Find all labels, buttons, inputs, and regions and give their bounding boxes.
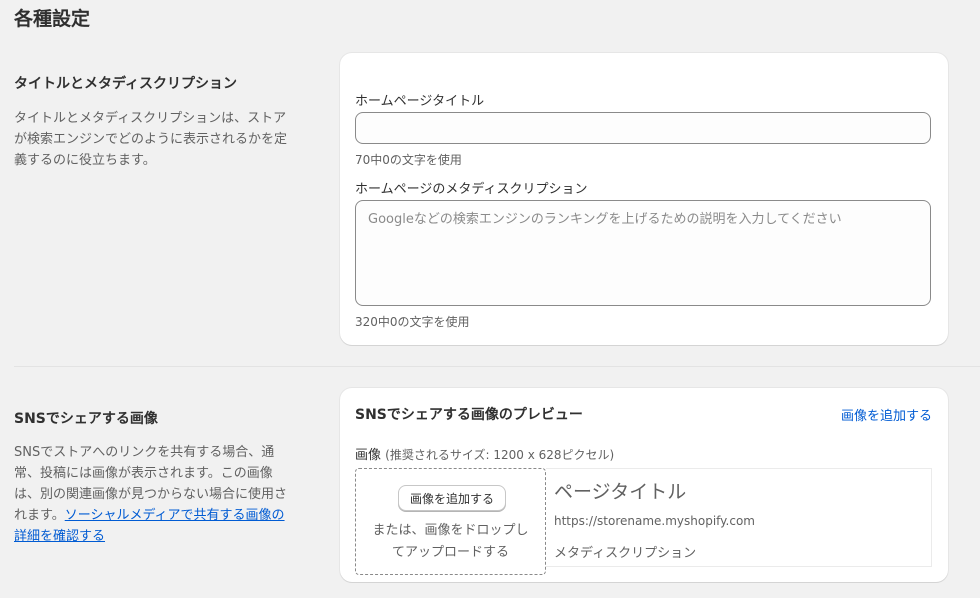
- page-title: 各種設定: [14, 8, 91, 30]
- sns-section-description-block: SNSでストアへのリンクを共有する場合、通常、投稿には画像が表示されます。この画…: [14, 442, 296, 547]
- meta-card: ホームページタイトル 70中0の文字を使用 ホームページのメタディスクリプション…: [340, 53, 948, 345]
- add-image-link[interactable]: 画像を追加する: [841, 405, 932, 424]
- image-label-row: 画像 (推奨されるサイズ: 1200 x 628ピクセル): [355, 444, 614, 463]
- image-size-hint: (推奨されるサイズ: 1200 x 628ピクセル): [385, 448, 615, 462]
- homepage-title-label: ホームページタイトル: [355, 94, 485, 109]
- sns-section-heading: SNSでシェアする画像: [14, 411, 158, 427]
- homepage-title-input[interactable]: [355, 112, 931, 144]
- section-divider: [14, 366, 980, 367]
- share-preview: ページタイトル https://storename.myshopify.com …: [546, 468, 932, 567]
- meta-section-heading: タイトルとメタディスクリプション: [14, 76, 238, 92]
- preview-url: https://storename.myshopify.com: [554, 514, 755, 528]
- preview-title: ページタイトル: [554, 481, 687, 503]
- dropzone-hint: または、画像をドロップしてアップロードする: [372, 523, 529, 560]
- preview-description: メタディスクリプション: [554, 546, 697, 561]
- sns-card-title: SNSでシェアする画像のプレビュー: [355, 407, 583, 423]
- homepage-title-char-count: 70中0の文字を使用: [355, 153, 462, 167]
- meta-section-description: タイトルとメタディスクリプションは、ストアが検索エンジンでどのように表示されるか…: [14, 111, 288, 168]
- add-image-button[interactable]: 画像を追加する: [398, 485, 506, 511]
- image-label: 画像: [355, 448, 382, 463]
- image-dropzone[interactable]: 画像を追加する または、画像をドロップしてアップロードする: [355, 468, 546, 575]
- sns-card: SNSでシェアする画像のプレビュー 画像を追加する 画像 (推奨されるサイズ: …: [340, 388, 948, 582]
- homepage-description-placeholder: Googleなどの検索エンジンのランキングを上げるための説明を入力してください: [368, 212, 842, 227]
- homepage-description-label: ホームページのメタディスクリプション: [355, 182, 588, 197]
- homepage-description-textarea[interactable]: Googleなどの検索エンジンのランキングを上げるための説明を入力してください: [355, 200, 931, 306]
- homepage-description-char-count: 320中0の文字を使用: [355, 315, 470, 329]
